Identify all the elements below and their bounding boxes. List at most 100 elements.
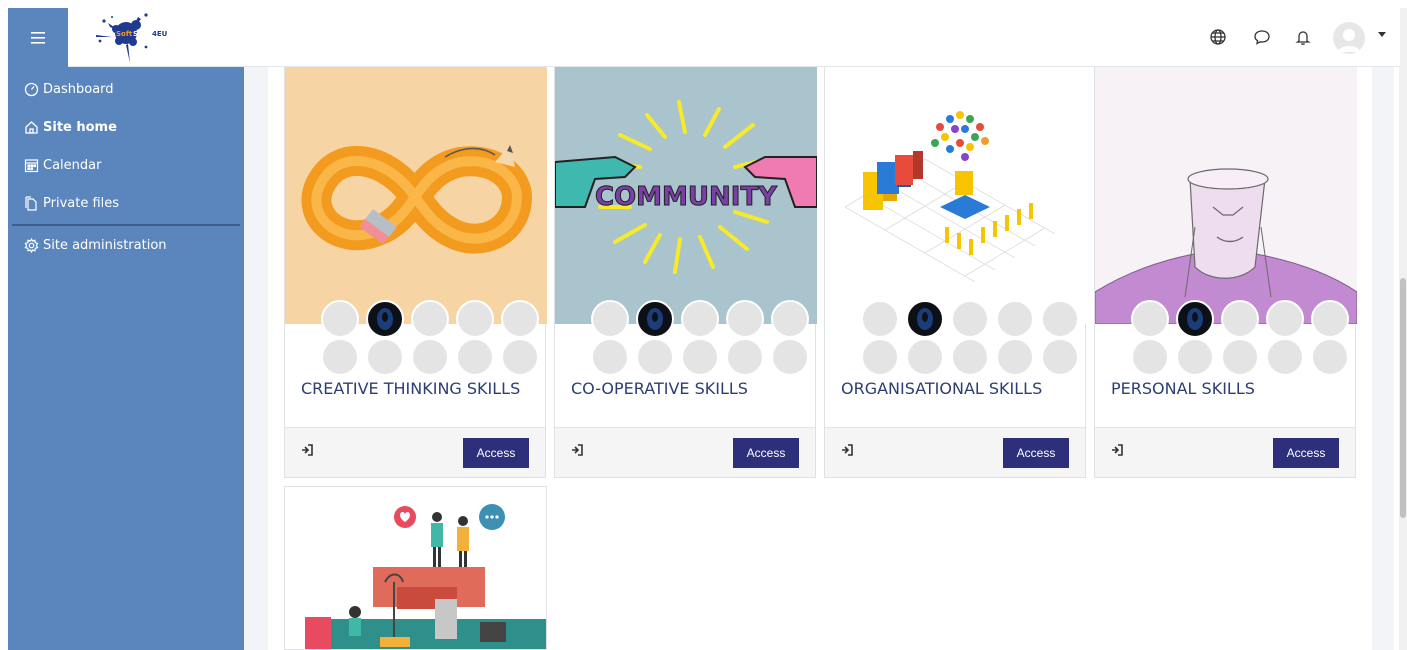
avatar[interactable] xyxy=(1176,300,1214,338)
site-logo[interactable]: Soft Skills 4EU xyxy=(86,11,198,65)
avatar[interactable] xyxy=(321,338,359,376)
avatar[interactable] xyxy=(1041,338,1079,376)
hamburger-icon[interactable] xyxy=(8,8,68,67)
bell-icon[interactable] xyxy=(1292,26,1314,48)
course-card: ORGANISATIONAL SKILLS Access xyxy=(824,67,1087,478)
course-card-footer: Access xyxy=(825,427,1085,477)
sidebar-item-dashboard[interactable]: Dashboard xyxy=(8,71,244,107)
sidebar-item-label: Site home xyxy=(43,119,117,135)
avatar[interactable] xyxy=(1311,300,1349,338)
avatar[interactable] xyxy=(591,300,629,338)
avatar[interactable] xyxy=(1041,300,1079,338)
sidebar-item-site-administration[interactable]: Site administration xyxy=(8,227,244,263)
participant-avatars xyxy=(1131,300,1355,380)
avatar[interactable] xyxy=(366,338,404,376)
course-card-footer: Access xyxy=(555,427,815,477)
sidebar-divider xyxy=(12,224,240,226)
course-card: CREATIVE THINKING SKILLS Access xyxy=(284,67,547,478)
scrollbar-thumb[interactable] xyxy=(1400,278,1406,518)
avatar[interactable] xyxy=(411,300,449,338)
avatar[interactable] xyxy=(456,300,494,338)
sidebar-item-site-home[interactable]: Site home xyxy=(8,109,244,145)
avatar[interactable] xyxy=(951,300,989,338)
course-title[interactable]: CO-OPERATIVE SKILLS xyxy=(571,379,748,398)
avatar[interactable] xyxy=(726,300,764,338)
avatar[interactable] xyxy=(906,300,944,338)
avatar[interactable] xyxy=(681,300,719,338)
sidebar-item-label: Dashboard xyxy=(43,81,114,97)
avatar[interactable] xyxy=(771,300,809,338)
community-word: COMMUNITY xyxy=(595,182,778,212)
access-button[interactable]: Access xyxy=(733,438,799,468)
avatar[interactable] xyxy=(636,338,674,376)
access-button[interactable]: Access xyxy=(463,438,529,468)
sign-in-icon xyxy=(301,441,315,456)
gauge-icon xyxy=(22,80,40,98)
course-card: PERSONAL SKILLS Access xyxy=(1094,67,1357,478)
course-title[interactable]: PERSONAL SKILLS xyxy=(1111,379,1255,398)
avatar[interactable] xyxy=(1131,300,1169,338)
avatar[interactable] xyxy=(1221,338,1259,376)
svg-text:Soft: Soft xyxy=(116,30,133,38)
avatar[interactable] xyxy=(321,300,359,338)
page-scrollbar[interactable] xyxy=(1399,8,1407,650)
avatar[interactable] xyxy=(636,300,674,338)
home-icon xyxy=(22,118,40,136)
course-image-open-head[interactable] xyxy=(1095,67,1357,324)
avatar[interactable] xyxy=(906,338,944,376)
avatar[interactable] xyxy=(861,338,899,376)
course-title[interactable]: CREATIVE THINKING SKILLS xyxy=(301,379,520,398)
course-title[interactable]: ORGANISATIONAL SKILLS xyxy=(841,379,1042,398)
avatar[interactable] xyxy=(1266,338,1304,376)
access-button[interactable]: Access xyxy=(1003,438,1069,468)
globe-icon[interactable] xyxy=(1207,26,1229,48)
participant-avatars xyxy=(591,300,815,380)
avatar[interactable] xyxy=(1176,338,1214,376)
gear-icon xyxy=(22,236,40,254)
avatar[interactable] xyxy=(1311,338,1349,376)
participant-avatars xyxy=(321,300,545,380)
course-image-community[interactable]: COMMUNITY xyxy=(555,67,817,324)
avatar[interactable] xyxy=(501,300,539,338)
course-card: COMMUNITY CO-OPERATIVE SKILLS Access xyxy=(554,67,817,478)
sidebar-item-label: Calendar xyxy=(43,157,102,173)
avatar[interactable] xyxy=(951,338,989,376)
chat-icon[interactable] xyxy=(1251,26,1273,48)
user-menu-caret-icon[interactable] xyxy=(1378,32,1386,37)
participant-avatars xyxy=(861,300,1085,380)
avatar[interactable] xyxy=(996,338,1034,376)
avatar[interactable] xyxy=(501,338,539,376)
files-icon xyxy=(22,194,40,212)
avatar[interactable] xyxy=(726,338,764,376)
sidebar-item-private-files[interactable]: Private files xyxy=(8,185,244,221)
sidebar: Dashboard Site home Calendar Private fil… xyxy=(8,67,244,650)
sign-in-icon xyxy=(571,441,585,456)
avatar[interactable] xyxy=(681,338,719,376)
app-frame: Soft Skills 4EU Dashboard Site home Cale… xyxy=(0,0,1407,650)
sidebar-item-label: Private files xyxy=(43,195,120,211)
course-card xyxy=(284,486,547,650)
course-image-organisation-blocks[interactable] xyxy=(825,67,1087,324)
course-card-footer: Access xyxy=(285,427,545,477)
avatar[interactable] xyxy=(1131,338,1169,376)
sign-in-icon xyxy=(1111,441,1125,456)
course-card-footer: Access xyxy=(1095,427,1355,477)
avatar[interactable] xyxy=(996,300,1034,338)
user-avatar[interactable] xyxy=(1333,22,1365,54)
avatar[interactable] xyxy=(456,338,494,376)
sidebar-item-calendar[interactable]: Calendar xyxy=(8,147,244,183)
sidebar-item-label: Site administration xyxy=(43,237,167,253)
avatar[interactable] xyxy=(771,338,809,376)
avatar[interactable] xyxy=(1266,300,1304,338)
avatar[interactable] xyxy=(411,338,449,376)
avatar[interactable] xyxy=(366,300,404,338)
sign-in-icon xyxy=(841,441,855,456)
avatar[interactable] xyxy=(591,338,629,376)
course-image-communication-people[interactable] xyxy=(285,487,546,649)
avatar[interactable] xyxy=(1221,300,1259,338)
svg-text:4EU: 4EU xyxy=(152,30,168,38)
avatar[interactable] xyxy=(861,300,899,338)
access-button[interactable]: Access xyxy=(1273,438,1339,468)
top-navbar: Soft Skills 4EU xyxy=(8,8,1400,67)
course-image-infinity-pencil[interactable] xyxy=(285,67,547,324)
